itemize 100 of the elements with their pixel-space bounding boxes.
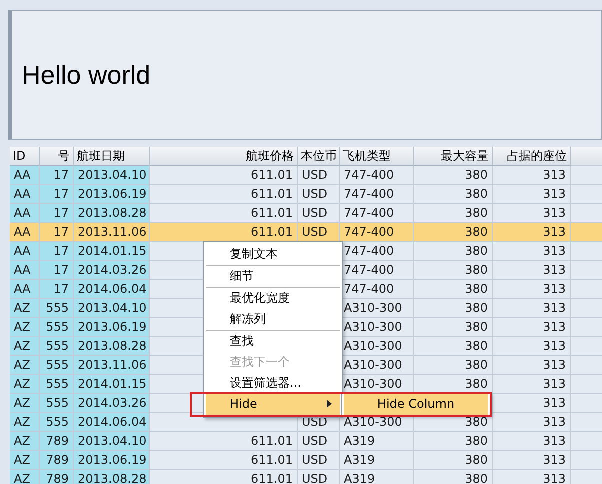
- table-cell: 313: [493, 280, 571, 299]
- menu-item[interactable]: 解冻列: [206, 309, 340, 331]
- table-cell: 2013.08.28: [74, 470, 150, 484]
- table-cell: AZ: [10, 337, 40, 356]
- column-header[interactable]: 航班价格: [150, 147, 298, 166]
- table-cell: 747-400: [340, 280, 414, 299]
- table-cell: USD: [298, 185, 340, 204]
- table-cell: 555: [40, 413, 74, 432]
- menu-item[interactable]: Hide: [206, 394, 340, 415]
- table-cell: 313: [493, 375, 571, 394]
- table-cell: 313: [493, 166, 571, 185]
- menu-item[interactable]: 查找: [206, 331, 340, 352]
- table-cell: AZ: [10, 432, 40, 451]
- table-cell: 17: [40, 280, 74, 299]
- table-cell: 380: [414, 451, 493, 470]
- menu-item[interactable]: 复制文本: [206, 244, 340, 266]
- column-header[interactable]: 本位币: [298, 147, 340, 166]
- table-cell: 2013.11.06: [74, 356, 150, 375]
- table-cell: A319: [340, 451, 414, 470]
- table-cell: USD: [298, 166, 340, 185]
- table-cell: 380: [414, 204, 493, 223]
- table-cell: 17: [40, 166, 74, 185]
- table-cell: 747-400: [340, 204, 414, 223]
- column-header[interactable]: 飞机类型: [340, 147, 414, 166]
- table-cell: AZ: [10, 470, 40, 484]
- table-cell: 2014.03.26: [74, 261, 150, 280]
- table-cell: A310-300: [340, 299, 414, 318]
- table-cell: 555: [40, 375, 74, 394]
- table-cell: 2013.04.10: [74, 432, 150, 451]
- column-header[interactable]: 最大容量: [414, 147, 493, 166]
- table-cell: 2014.01.15: [74, 242, 150, 261]
- table-cell: AZ: [10, 394, 40, 413]
- table-cell: 611.01: [150, 451, 298, 470]
- column-header[interactable]: 航班日期: [74, 147, 150, 166]
- table-cell: 313: [493, 204, 571, 223]
- table-cell: 313: [493, 223, 571, 242]
- table-cell: 747-400: [340, 166, 414, 185]
- table-cell: 313: [493, 470, 571, 484]
- table-cell: 747-400: [340, 185, 414, 204]
- table-cell: 789: [40, 451, 74, 470]
- table-cell: AA: [10, 261, 40, 280]
- table-cell: 2013.06.19: [74, 318, 150, 337]
- panel-title: Hello world: [22, 60, 151, 90]
- menu-item[interactable]: 设置筛选器...: [206, 373, 340, 394]
- table-cell: A319: [340, 470, 414, 484]
- table-cell: A319: [340, 432, 414, 451]
- column-header[interactable]: 号: [40, 147, 74, 166]
- table-cell: 380: [414, 166, 493, 185]
- menu-item[interactable]: Hide Column: [344, 394, 488, 415]
- menu-item[interactable]: 细节: [206, 266, 340, 288]
- table-cell: 2013.08.28: [74, 204, 150, 223]
- table-cell: 313: [493, 318, 571, 337]
- table-cell: 380: [414, 185, 493, 204]
- menu-item[interactable]: 最优化宽度: [206, 288, 340, 309]
- table-cell: 2014.03.26: [74, 394, 150, 413]
- table-cell: 313: [493, 299, 571, 318]
- table-cell: USD: [298, 470, 340, 484]
- column-header[interactable]: ID: [10, 147, 40, 166]
- table-cell: 380: [414, 223, 493, 242]
- table-cell: USD: [298, 432, 340, 451]
- table-cell: AA: [10, 185, 40, 204]
- table-cell: AA: [10, 223, 40, 242]
- table-cell: AZ: [10, 451, 40, 470]
- table-cell: 2013.11.06: [74, 223, 150, 242]
- table-cell: 611.01: [150, 432, 298, 451]
- table-cell: AZ: [10, 318, 40, 337]
- table-cell: 611.01: [150, 166, 298, 185]
- table-cell: A310-300: [340, 318, 414, 337]
- table-cell: 380: [414, 470, 493, 484]
- table-cell: 17: [40, 204, 74, 223]
- table-cell: 2013.04.10: [74, 166, 150, 185]
- table-cell: 313: [493, 185, 571, 204]
- table-cell: 313: [493, 337, 571, 356]
- table-cell: 747-400: [340, 223, 414, 242]
- table-cell: 380: [414, 318, 493, 337]
- table-cell: 2013.08.28: [74, 337, 150, 356]
- table-cell: 313: [493, 432, 571, 451]
- table-cell: 380: [414, 337, 493, 356]
- table-cell: 555: [40, 337, 74, 356]
- table-cell: 380: [414, 375, 493, 394]
- table-cell: USD: [298, 451, 340, 470]
- table-cell: 747-400: [340, 261, 414, 280]
- table-cell: AA: [10, 166, 40, 185]
- table-cell: 611.01: [150, 185, 298, 204]
- table-cell: 17: [40, 261, 74, 280]
- table-cell: 17: [40, 223, 74, 242]
- table-cell: 313: [493, 242, 571, 261]
- table-cell: USD: [298, 223, 340, 242]
- table-cell: 380: [414, 280, 493, 299]
- table-cell: 17: [40, 242, 74, 261]
- table-cell: A310-300: [340, 356, 414, 375]
- table-cell: 17: [40, 185, 74, 204]
- table-cell: 555: [40, 299, 74, 318]
- table-cell: AZ: [10, 299, 40, 318]
- table-cell: AA: [10, 204, 40, 223]
- table-cell: 2014.06.04: [74, 280, 150, 299]
- table-cell: 611.01: [150, 204, 298, 223]
- column-header[interactable]: 占据的座位: [493, 147, 571, 166]
- table-cell: USD: [298, 204, 340, 223]
- table-cell: AZ: [10, 356, 40, 375]
